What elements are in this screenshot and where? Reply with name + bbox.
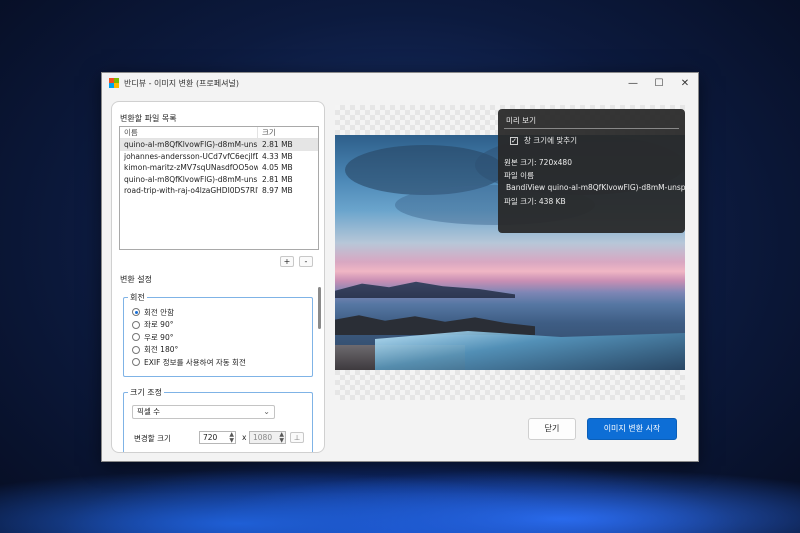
file-size-text: 파일 크기: 438 KB: [504, 197, 566, 206]
resize-label: 크기 조정: [128, 387, 164, 398]
file-name: quino-al-m8QfKlvowFlG)-d8mM-uns…: [124, 174, 258, 184]
rotation-option[interactable]: 회전 안함: [132, 306, 246, 319]
start-convert-button[interactable]: 이미지 변환 시작: [587, 418, 677, 440]
close-icon[interactable]: ✕: [672, 73, 698, 93]
preview-info-overlay: 미리 보기 ✓ 창 크기에 맞추기 원본 크기: 720x480 파일 이름 B…: [498, 109, 693, 233]
rotation-group: 회전 회전 안함 좌로 90° 우로 90° 회전 180° EXIF 정보를 …: [123, 292, 313, 377]
minimize-icon[interactable]: —: [620, 73, 646, 93]
size-label: 변경할 크기: [134, 434, 171, 443]
rotation-option[interactable]: EXIF 정보를 사용하여 자동 회전: [132, 356, 246, 369]
rotation-option-label: EXIF 정보를 사용하여 자동 회전: [144, 357, 246, 367]
file-name-label: 파일 이름: [504, 171, 534, 180]
fit-window-label: 창 크기에 맞추기: [524, 136, 578, 145]
rotation-option[interactable]: 회전 180°: [132, 344, 246, 357]
rotation-option[interactable]: 우로 90°: [132, 331, 246, 344]
height-input[interactable]: 1080 ▲ ▼: [249, 431, 286, 444]
divider: [504, 128, 679, 129]
close-button[interactable]: 닫기: [528, 418, 576, 440]
times-label: x: [242, 433, 247, 442]
radio-icon: [132, 320, 140, 329]
file-list-title: 변환할 파일 목록: [120, 114, 177, 123]
file-list-header: 이름 크기: [120, 127, 318, 139]
resize-mode-value: 픽셀 수: [137, 407, 161, 416]
settings-panel: 변환할 파일 목록 이름 크기 quino-al-m8QfKlvowFlG)-d…: [111, 101, 325, 453]
spin-arrows-icon[interactable]: ▲ ▼: [229, 432, 234, 444]
resize-group: 크기 조정 픽셀 수 ⌄ 변경할 크기 720 ▲ ▼ x 1080 ▲ ▼ ⟂: [123, 387, 313, 452]
chevron-down-icon: ⌄: [263, 407, 270, 416]
file-name: road-trip-with-raj-o4lzaGHDI0DS7RIW…: [124, 186, 258, 195]
title-bar[interactable]: 반디뷰 - 이미지 변환 (프로페셔널) — ☐ ✕: [102, 73, 698, 93]
file-name-text: BandiView quino-al-m8QfKlvowFlG)-d8mM-un…: [506, 183, 694, 192]
height-value: 1080: [253, 433, 273, 442]
app-icon: [109, 78, 119, 88]
rotation-option-label: 좌로 90°: [144, 320, 174, 330]
remove-file-button[interactable]: -: [299, 256, 313, 267]
file-row[interactable]: quino-al-m8QfKlvowFlG)-d8mM-uns… 2.81 MB: [120, 139, 318, 151]
file-name: johannes-andersson-UCd7vfC6ecjlfD…: [124, 151, 258, 161]
rotation-option[interactable]: 좌로 90°: [132, 319, 246, 332]
fit-window-checkbox[interactable]: ✓ 창 크기에 맞추기: [510, 135, 577, 146]
file-list[interactable]: 이름 크기 quino-al-m8QfKlvowFlG)-d8mM-uns… 2…: [119, 126, 319, 250]
file-size: 2.81 MB: [262, 140, 293, 149]
column-name[interactable]: 이름: [120, 127, 258, 138]
rotation-label: 회전: [128, 292, 147, 303]
checkbox-icon: ✓: [510, 136, 518, 145]
width-input[interactable]: 720 ▲ ▼: [199, 431, 236, 444]
resize-mode-select[interactable]: 픽셀 수 ⌄: [132, 405, 275, 419]
spin-arrows-icon[interactable]: ▲ ▼: [279, 432, 284, 444]
image-size-text: 원본 크기: 720x480: [504, 158, 572, 167]
file-name: quino-al-m8QfKlvowFlG)-d8mM-uns…: [124, 140, 258, 149]
file-size: 4.33 MB: [262, 151, 293, 161]
radio-selected-icon: [132, 308, 140, 317]
maximize-icon[interactable]: ☐: [646, 73, 672, 93]
file-row[interactable]: road-trip-with-raj-o4lzaGHDI0DS7RIW… 8.9…: [120, 185, 318, 197]
settings-title: 변환 설정: [120, 275, 152, 284]
window-title: 반디뷰 - 이미지 변환 (프로페셔널): [124, 78, 239, 88]
file-row[interactable]: johannes-andersson-UCd7vfC6ecjlfD… 4.33 …: [120, 151, 318, 163]
rotation-option-label: 회전 안함: [144, 307, 174, 317]
file-size: 2.81 MB: [262, 174, 293, 184]
radio-icon: [132, 333, 140, 342]
preview-title: 미리 보기: [506, 116, 536, 125]
rotation-option-label: 회전 180°: [144, 345, 179, 355]
lock-ratio-button[interactable]: ⟂: [290, 432, 304, 443]
column-size[interactable]: 크기: [258, 127, 276, 138]
file-size: 8.97 MB: [262, 186, 293, 195]
image-convert-window: 반디뷰 - 이미지 변환 (프로페셔널) — ☐ ✕ 변환할 파일 목록 이름 …: [101, 72, 699, 462]
radio-icon: [132, 345, 140, 354]
width-value: 720: [203, 433, 218, 442]
settings-scrollbar[interactable]: [318, 287, 321, 329]
file-row[interactable]: quino-al-m8QfKlvowFlG)-d8mM-uns… 2.81 MB: [120, 174, 318, 186]
file-row[interactable]: kimon-maritz-zMV7sqUNasdfOO5ow-… 4.05 MB: [120, 162, 318, 174]
radio-icon: [132, 358, 140, 367]
rotation-option-label: 우로 90°: [144, 332, 174, 342]
file-size: 4.05 MB: [262, 163, 293, 172]
add-file-button[interactable]: +: [280, 256, 294, 267]
file-name: kimon-maritz-zMV7sqUNasdfOO5ow-…: [124, 163, 258, 172]
